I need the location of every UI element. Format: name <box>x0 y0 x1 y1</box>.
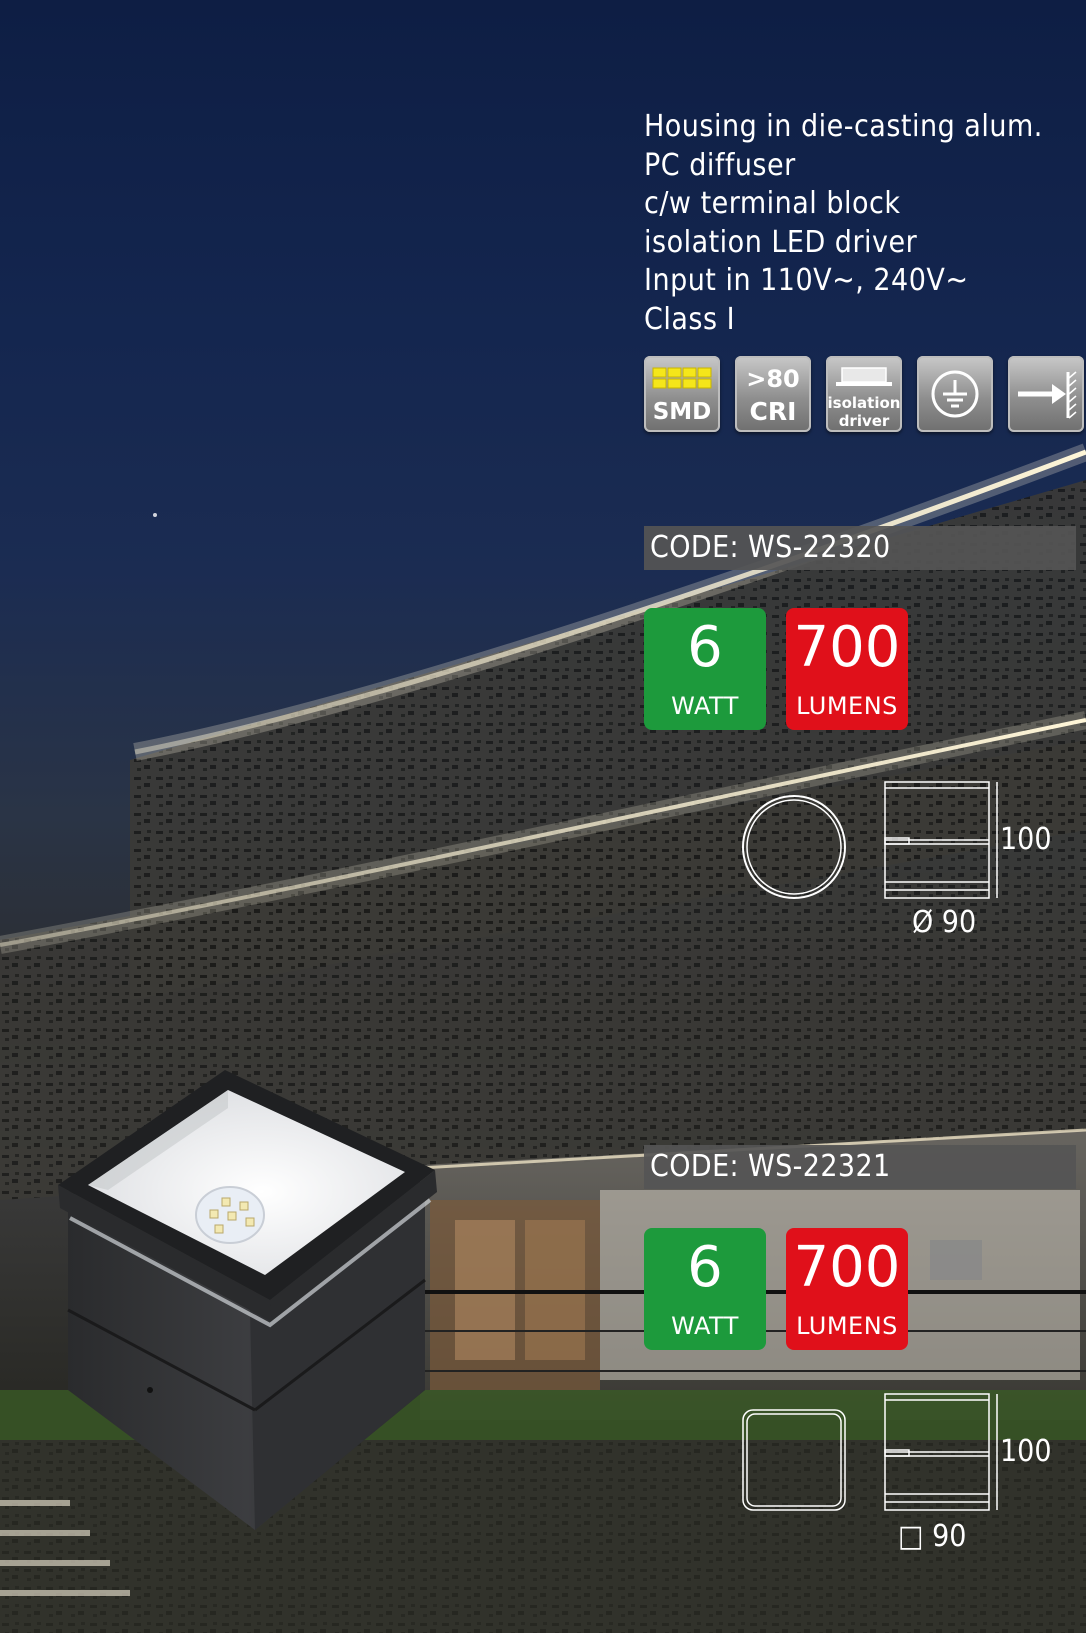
spec-line: Housing in die-casting alum. <box>644 109 1043 144</box>
height-dimension: 100 <box>1000 1434 1052 1469</box>
diameter-dimension: Ø 90 <box>912 905 977 940</box>
wall-light-product-photo <box>58 1070 437 1530</box>
spec-line: Class I <box>644 301 736 337</box>
spec-line: Input in 110V~, 240V~ <box>644 263 969 298</box>
driver-label: driver <box>838 412 890 430</box>
cri-value: >80 <box>746 365 800 393</box>
specification-list: Housing in die-casting alum. PC diffuser… <box>644 108 1043 339</box>
smd-badge: SMD <box>644 356 720 432</box>
spec-line: PC diffuser <box>644 147 796 183</box>
earth-ground-icon <box>931 370 979 418</box>
square-dimension-drawing <box>742 1393 998 1511</box>
smd-label: SMD <box>652 399 712 425</box>
height-dimension: 100 <box>1000 822 1052 857</box>
isolation-label: isolation <box>827 394 901 412</box>
watt-value: 6 <box>687 615 723 680</box>
arrow-to-wall-icon <box>1018 371 1077 419</box>
lumen-value: 700 <box>793 615 901 680</box>
lumen-tile: 700 LUMENS <box>786 1228 908 1350</box>
spec-line: c/w terminal block <box>644 186 901 221</box>
round-dimension-drawing <box>742 781 998 899</box>
product-sheet: Housing in die-casting alum. PC diffuser… <box>0 0 1086 1633</box>
product-code-bar: CODE: WS-22321 <box>644 1145 1076 1189</box>
lumen-label: LUMENS <box>796 1312 898 1340</box>
cri-badge: >80 CRI <box>735 356 811 432</box>
product-code-bar: CODE: WS-22320 <box>644 526 1076 570</box>
width-dimension: □ 90 <box>898 1519 967 1554</box>
cri-label: CRI <box>749 397 797 426</box>
watt-label: WATT <box>671 1312 739 1340</box>
lumen-tile: 700 LUMENS <box>786 608 908 730</box>
watt-tile: 6 WATT <box>644 608 766 730</box>
spec-line: isolation LED driver <box>644 224 918 260</box>
isolation-driver-badge: isolation driver <box>826 356 902 432</box>
watt-value: 6 <box>687 1235 723 1300</box>
lumen-value: 700 <box>793 1235 901 1300</box>
class-i-badge <box>917 356 993 432</box>
distance-badge <box>1008 356 1084 432</box>
watt-label: WATT <box>671 692 739 720</box>
lumen-label: LUMENS <box>796 692 898 720</box>
watt-tile: 6 WATT <box>644 1228 766 1350</box>
